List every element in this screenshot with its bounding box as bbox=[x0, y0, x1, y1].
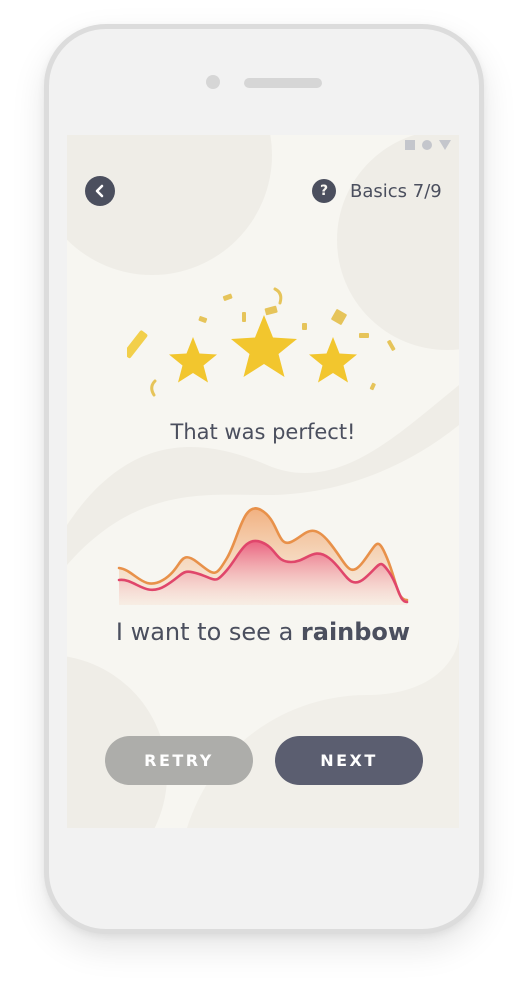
result-message: That was perfect! bbox=[170, 420, 356, 444]
phone-camera bbox=[206, 75, 220, 89]
back-button[interactable] bbox=[85, 176, 115, 206]
next-button-label: NEXT bbox=[320, 751, 378, 770]
star-rating bbox=[127, 287, 396, 397]
retry-button[interactable]: RETRY bbox=[105, 736, 253, 785]
question-mark-icon: ? bbox=[319, 183, 329, 199]
background-shapes bbox=[67, 135, 459, 828]
status-bar bbox=[405, 140, 451, 150]
voice-waveform bbox=[117, 507, 409, 605]
triangle-icon bbox=[439, 140, 451, 150]
chevron-left-icon bbox=[95, 184, 104, 198]
star-icon bbox=[231, 315, 297, 377]
app-screen: ? Basics 7/9 That was perfect! I want to… bbox=[67, 135, 459, 828]
star-icon bbox=[169, 337, 217, 383]
phone-speaker bbox=[244, 78, 322, 88]
lesson-progress: Basics 7/9 bbox=[350, 181, 442, 202]
square-icon bbox=[405, 140, 415, 150]
practice-phrase: I want to see a rainbow bbox=[67, 616, 459, 648]
phrase-text: I want to see a bbox=[115, 618, 301, 646]
circle-icon bbox=[422, 140, 432, 150]
retry-button-label: RETRY bbox=[144, 751, 214, 770]
star-icon bbox=[309, 337, 357, 383]
next-button[interactable]: NEXT bbox=[275, 736, 423, 785]
phrase-highlight: rainbow bbox=[300, 618, 411, 646]
help-button[interactable]: ? bbox=[312, 179, 336, 203]
